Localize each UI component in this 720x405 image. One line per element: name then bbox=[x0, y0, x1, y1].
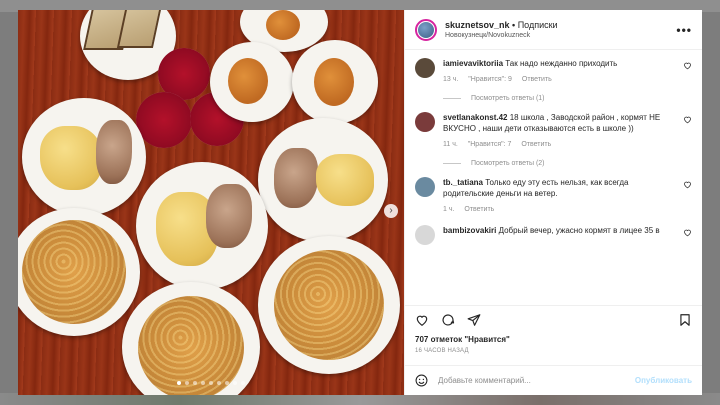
commenter-username[interactable]: bambizovakiri bbox=[443, 226, 496, 235]
author-avatar[interactable] bbox=[415, 18, 437, 41]
comment-text: Добрый вечер, ужасно кормят в лицее 35 в bbox=[498, 226, 660, 235]
heart-icon[interactable] bbox=[415, 313, 429, 327]
carousel-dot bbox=[193, 381, 197, 385]
comment: svetlanakonst.42 18 школа , Заводской ра… bbox=[415, 112, 692, 148]
cutlet bbox=[266, 10, 300, 40]
comment-likes[interactable]: "Нравится": 9 bbox=[468, 76, 512, 83]
carousel-dot bbox=[185, 381, 189, 385]
next-arrow-icon[interactable]: › bbox=[384, 204, 398, 218]
cutlet bbox=[314, 58, 354, 106]
cutlet bbox=[228, 58, 268, 104]
mash-plate bbox=[258, 118, 388, 242]
post-photo[interactable]: › bbox=[18, 10, 404, 395]
comment: iamievaviktoriia Так надо нежданно прихо… bbox=[415, 58, 692, 83]
commenter-username[interactable]: tb._tatiana bbox=[443, 178, 483, 187]
mash-plate bbox=[136, 162, 268, 290]
commenter-avatar[interactable] bbox=[415, 177, 435, 197]
comments-list[interactable]: iamievaviktoriia Так надо нежданно прихо… bbox=[405, 50, 702, 305]
carousel-dot bbox=[225, 381, 229, 385]
soup bbox=[22, 220, 126, 324]
likes-count[interactable]: 707 отметок "Нравится" bbox=[405, 335, 702, 344]
reply-button[interactable]: Ответить bbox=[522, 76, 552, 83]
comment-likes[interactable]: "Нравится": 7 bbox=[468, 141, 512, 148]
meat-piece bbox=[206, 184, 252, 248]
post-location[interactable]: Новокузнецк/Novokuzneck bbox=[445, 32, 676, 39]
comment: tb._tatiana Только еду эту есть нельзя, … bbox=[415, 177, 692, 213]
post-header: skuznetsov_nk • Подписки Новокузнецк/Nov… bbox=[405, 10, 702, 50]
cutlet-plate bbox=[292, 40, 378, 124]
carousel-dot bbox=[233, 381, 237, 385]
likes-number[interactable]: 707 отметок bbox=[415, 335, 462, 344]
heart-icon[interactable] bbox=[683, 228, 692, 237]
comment-input[interactable]: Добавьте комментарий... bbox=[438, 376, 635, 385]
author-username[interactable]: skuznetsov_nk bbox=[445, 20, 510, 30]
soup bbox=[274, 250, 384, 360]
carousel-dot bbox=[217, 381, 221, 385]
carousel-dots bbox=[177, 381, 245, 385]
post-details-panel: skuznetsov_nk • Подписки Новокузнецк/Nov… bbox=[404, 10, 702, 395]
comment-text: Так надо нежданно приходить bbox=[505, 59, 618, 68]
comment-icon[interactable] bbox=[441, 313, 455, 327]
heart-icon[interactable] bbox=[683, 61, 692, 70]
cutlet-plate bbox=[210, 42, 294, 122]
add-comment-bar: Добавьте комментарий... Опубликовать bbox=[405, 365, 702, 395]
separator: • bbox=[509, 20, 518, 30]
bookmark-icon[interactable] bbox=[678, 313, 692, 327]
bread-slice bbox=[116, 10, 164, 48]
mashed-potato bbox=[40, 126, 102, 190]
juice-glass bbox=[136, 92, 192, 148]
soup-plate bbox=[258, 236, 400, 374]
view-replies-button[interactable]: Посмотреть ответы (2) bbox=[443, 160, 692, 167]
commenter-avatar[interactable] bbox=[415, 225, 435, 245]
meat-piece bbox=[96, 120, 132, 184]
likes-word[interactable]: "Нравится" bbox=[464, 335, 509, 344]
commenter-username[interactable]: iamievaviktoriia bbox=[443, 59, 503, 68]
mashed-potato bbox=[316, 154, 374, 206]
comment-time[interactable]: 13 ч. bbox=[443, 76, 458, 83]
post-time: 16 ЧАСОВ НАЗАД bbox=[415, 348, 469, 354]
heart-icon[interactable] bbox=[683, 180, 692, 189]
commenter-avatar[interactable] bbox=[415, 58, 435, 78]
carousel-dot bbox=[241, 381, 245, 385]
follow-status[interactable]: Подписки bbox=[518, 20, 558, 30]
reply-button[interactable]: Ответить bbox=[521, 141, 551, 148]
comment-time[interactable]: 11 ч. bbox=[443, 141, 458, 148]
publish-button[interactable]: Опубликовать bbox=[635, 376, 692, 385]
emoji-icon[interactable] bbox=[415, 374, 428, 387]
meat-piece bbox=[274, 148, 318, 208]
comment-time[interactable]: 1 ч. bbox=[443, 206, 454, 213]
carousel-dot bbox=[209, 381, 213, 385]
heart-icon[interactable] bbox=[683, 115, 692, 124]
more-icon[interactable]: ••• bbox=[676, 23, 692, 37]
post-actions bbox=[405, 305, 702, 333]
carousel-dot bbox=[201, 381, 205, 385]
view-replies-button[interactable]: Посмотреть ответы (1) bbox=[443, 95, 692, 102]
mash-plate bbox=[22, 98, 146, 216]
carousel-dot bbox=[177, 381, 181, 385]
commenter-avatar[interactable] bbox=[415, 112, 435, 132]
soup-plate bbox=[18, 208, 140, 336]
soup-plate bbox=[122, 282, 260, 395]
commenter-username[interactable]: svetlanakonst.42 bbox=[443, 113, 507, 122]
share-icon[interactable] bbox=[467, 313, 481, 327]
comment: bambizovakiri Добрый вечер, ужасно кормя… bbox=[415, 225, 692, 245]
reply-button[interactable]: Ответить bbox=[464, 206, 494, 213]
